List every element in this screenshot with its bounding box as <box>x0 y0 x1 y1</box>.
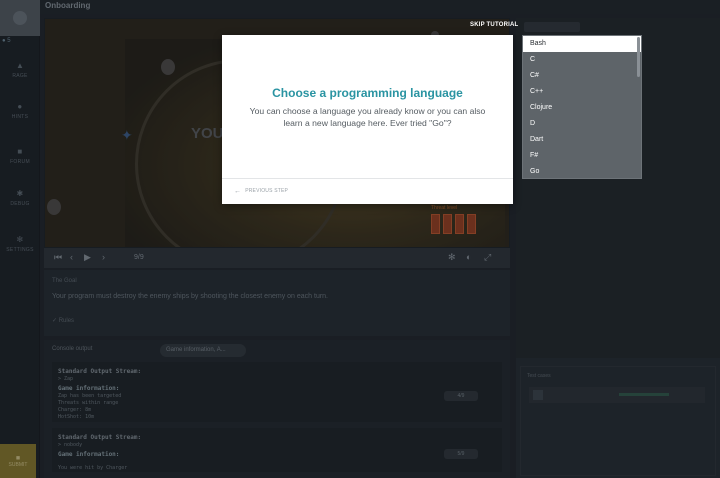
threat-bar <box>431 214 440 234</box>
threat-bar <box>455 214 464 234</box>
avatar <box>13 11 27 25</box>
play-icon[interactable]: ▶ <box>84 252 91 263</box>
page-title: Onboarding <box>45 1 91 10</box>
left-rail: ● 5 ▲ RAGE ● HINTS ■ FORUM ✱ DEBUG ✻ SET… <box>0 0 40 478</box>
arrow-left-icon: ← <box>234 188 242 195</box>
language-dropdown[interactable]: Bash C C# C++ Clojure D Dart F# Go <box>522 35 642 179</box>
rail-item-forum[interactable]: ■ FORUM <box>0 147 40 166</box>
level-value: 5 <box>7 38 11 44</box>
frame-pill[interactable]: 5/9 <box>444 449 478 459</box>
console-line: Standard Output Stream: <box>58 368 142 375</box>
language-option-fsharp[interactable]: F# <box>523 148 641 164</box>
goal-text: Your program must destroy the enemy ship… <box>52 293 329 300</box>
language-selector[interactable] <box>524 22 580 32</box>
console-header: Console output <box>52 346 93 352</box>
statement-panel: The Goal Your program must destroy the e… <box>44 270 510 336</box>
console-line: Game information: <box>58 385 120 392</box>
playback-controls: ⏮ ‹ ▶ › 9/9 ✻ ◐ ⤢ <box>44 248 510 268</box>
speed-icon[interactable]: ◐ <box>466 252 471 262</box>
dropdown-scrollbar[interactable] <box>637 37 640 77</box>
you-label: YOU <box>191 125 224 142</box>
rail-item-label: DEBUG <box>10 201 30 207</box>
console-line: Charger: 8m <box>58 407 92 413</box>
console-line: Game information: <box>58 451 120 458</box>
threat-level-label: Threat level <box>431 205 458 211</box>
threat-bar <box>443 214 452 234</box>
language-option-c[interactable]: C <box>523 52 641 68</box>
gear-icon: ✻ <box>16 235 24 244</box>
rail-item-settings[interactable]: ✻ SETTINGS <box>0 235 40 254</box>
chat-icon: ■ <box>17 147 23 156</box>
rail-item-debug[interactable]: ✱ DEBUG <box>0 189 40 208</box>
flame-icon: ▲ <box>16 61 25 70</box>
test-cases-header: Test cases <box>527 373 551 379</box>
language-option-csharp[interactable]: C# <box>523 68 641 84</box>
modal-title: Choose a programming language <box>272 86 463 100</box>
rail-item-label: HINTS <box>11 114 29 120</box>
modal-divider <box>222 178 513 179</box>
console-output: Console output Game information, A... St… <box>44 340 510 478</box>
console-line: Threats within range <box>58 400 119 406</box>
console-line: Standard Output Stream: <box>58 434 142 441</box>
rail-item-rage[interactable]: ▲ RAGE <box>0 61 40 80</box>
rules-toggle[interactable]: ✓ Rules <box>52 317 74 324</box>
console-line: You were hit by Charger <box>58 465 128 471</box>
step-forward-icon[interactable]: › <box>102 252 105 262</box>
enemy-ship-icon <box>47 199 61 215</box>
console-block: Standard Output Stream: > Zap Game infor… <box>52 362 502 422</box>
test-case-progress <box>619 393 669 396</box>
console-line: > Zap <box>58 376 74 382</box>
language-option-clojure[interactable]: Clojure <box>523 100 641 116</box>
language-option-go[interactable]: Go <box>523 164 641 178</box>
language-option-cpp[interactable]: C++ <box>523 84 641 100</box>
rail-item-hints[interactable]: ● HINTS <box>0 102 40 121</box>
test-case-row[interactable] <box>529 387 705 403</box>
language-option-bash[interactable]: Bash <box>523 36 641 52</box>
modal-body: You can choose a language you already kn… <box>249 106 486 128</box>
previous-step-button[interactable]: ← PREVIOUS STEP <box>234 188 288 195</box>
threat-bar <box>467 214 476 234</box>
skip-tutorial-button[interactable]: SKIP TUTORIAL <box>470 22 518 28</box>
language-option-d[interactable]: D <box>523 116 641 132</box>
fullscreen-icon[interactable]: ⤢ <box>484 252 491 263</box>
bug-icon: ✱ <box>16 189 24 198</box>
lightbulb-icon: ● <box>17 102 23 111</box>
console-block: Standard Output Stream: > nobody Game in… <box>52 428 502 472</box>
test-cases-panel: Test cases <box>520 366 716 476</box>
test-case-icon <box>533 390 543 400</box>
console-line: HotShot: 10m <box>58 414 95 420</box>
rail-item-label: FORUM <box>10 159 30 165</box>
rail-item-label: RAGE <box>12 73 28 79</box>
console-filter[interactable]: Game information, A... <box>160 344 246 357</box>
rules-label: Rules <box>58 318 75 324</box>
tutorial-modal: Choose a programming language You can ch… <box>222 35 513 204</box>
logo[interactable] <box>0 0 40 36</box>
rail-item-label: SETTINGS <box>6 247 34 253</box>
skip-back-icon[interactable]: ⏮ <box>54 252 62 263</box>
player-ship-icon: ✦ <box>121 127 133 143</box>
console-line: Zap has been targeted <box>58 393 122 399</box>
frame-pill[interactable]: 4/9 <box>444 391 478 401</box>
console-line: > nobody <box>58 442 83 448</box>
step-back-icon[interactable]: ‹ <box>70 252 73 262</box>
enemy-ship-icon <box>161 59 175 75</box>
previous-step-label: PREVIOUS STEP <box>245 188 289 194</box>
submit-button[interactable]: ■ SUBMIT <box>0 444 36 478</box>
goal-label: The Goal <box>52 278 77 284</box>
frame-counter: 9/9 <box>134 254 144 261</box>
language-option-dart[interactable]: Dart <box>523 132 641 148</box>
settings-icon[interactable]: ✻ <box>448 252 456 263</box>
level-indicator: ● 5 <box>2 38 11 44</box>
submit-icon: ■ <box>15 454 21 462</box>
top-bar: Onboarding <box>40 0 720 14</box>
submit-label: SUBMIT <box>8 461 28 468</box>
